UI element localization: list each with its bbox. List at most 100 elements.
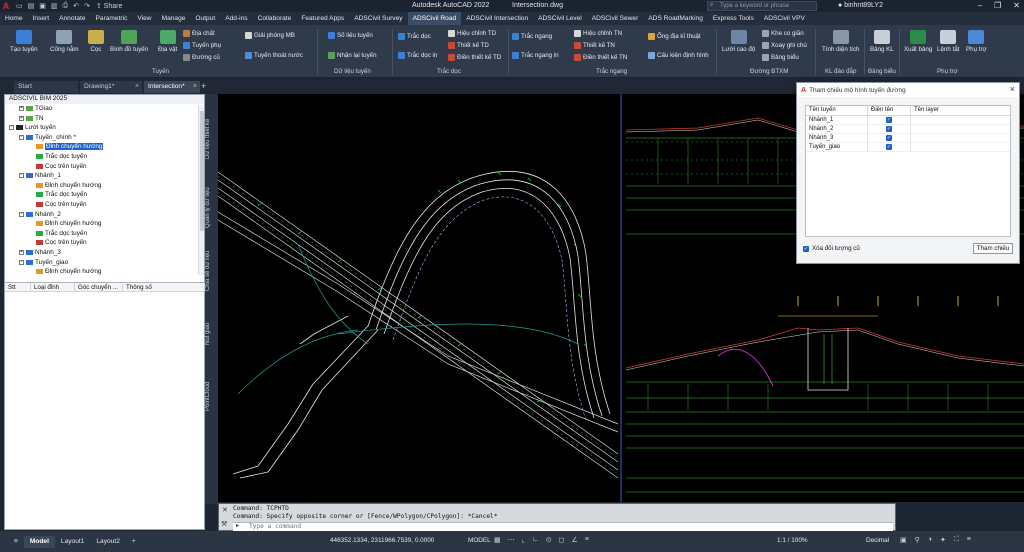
fill-name-checkbox[interactable]: ✓: [886, 135, 892, 141]
col-dien-ten[interactable]: Điền tên: [868, 106, 911, 115]
tab-layout2[interactable]: Layout2: [90, 536, 125, 548]
tham-chieu-button[interactable]: Tham chiếu: [973, 243, 1013, 254]
save-icon[interactable]: ▣: [39, 2, 46, 10]
lenh-tat-button[interactable]: Lệnh tắt: [937, 30, 959, 53]
undo-icon[interactable]: ↶: [73, 2, 79, 10]
tree-item[interactable]: Đỉnh chuyển hướng: [29, 143, 104, 151]
coc-button[interactable]: Cọc: [88, 30, 104, 53]
expand-icon[interactable]: +: [19, 250, 24, 255]
bang-kl-button[interactable]: Bảng KL: [870, 30, 894, 53]
phu-tro-button[interactable]: Phụ trợ: [966, 30, 987, 53]
ribbon-tab[interactable]: Insert: [28, 12, 55, 25]
thiet-ke-td-button[interactable]: Thiết kế TD: [448, 42, 489, 49]
snap-icon[interactable]: ⋯: [508, 536, 515, 544]
close-icon[interactable]: ✕: [1013, 1, 1020, 10]
lock-ui-icon[interactable]: ⚲: [915, 536, 920, 544]
new-icon[interactable]: ▭: [16, 2, 23, 10]
tuyen-phu-button[interactable]: Tuyến phụ: [183, 42, 221, 49]
delete-old-checkbox[interactable]: ✓: [803, 245, 809, 252]
tree-item[interactable]: - Tuyến_giao: [19, 259, 68, 266]
hieu-chinh-td-button[interactable]: Hiệu chỉnh TD: [448, 30, 496, 37]
clean-screen-icon[interactable]: ⛶: [954, 536, 959, 544]
ribbon-tab[interactable]: ADS RoadMarking: [643, 12, 708, 25]
user-account[interactable]: ● binhnt89LY2: [838, 2, 883, 9]
tree-item[interactable]: + Nhánh_3: [19, 249, 61, 256]
so-lieu-tuyen-button[interactable]: Số liệu tuyến: [328, 32, 373, 39]
tab-model[interactable]: Model: [23, 535, 55, 548]
trac-doc-in-button[interactable]: Trắc dọc in: [398, 52, 437, 59]
side-tab-pointcloud[interactable]: PointCloud: [205, 374, 218, 418]
hardware-accel-icon[interactable]: ✦: [940, 536, 946, 544]
add-layout-icon[interactable]: +: [126, 536, 142, 548]
tree-item[interactable]: Cọc trên tuyến: [29, 201, 87, 208]
ribbon-tab[interactable]: View: [132, 12, 156, 25]
close-icon[interactable]: ✕: [222, 506, 228, 514]
xoay-ghi-chu-button[interactable]: Xoay ghi chú: [762, 42, 807, 49]
binh-do-tuyen-button[interactable]: Bình đồ tuyến: [110, 30, 148, 53]
lineweight-icon[interactable]: ≡: [585, 536, 589, 544]
new-tab-icon[interactable]: +: [201, 80, 206, 93]
side-tab-quan-ly-du-lieu[interactable]: Quản lý dữ liệu: [205, 180, 218, 236]
annotation-scale[interactable]: 1:1 / 100%: [777, 537, 808, 544]
table-row[interactable]: Tuyến_giao ✓: [806, 142, 1010, 152]
giai-phong-mb-button[interactable]: Giải phóng MB: [245, 32, 295, 39]
ribbon-tab[interactable]: Parametric: [91, 12, 133, 25]
ribbon-tab[interactable]: ADSCivil VPV: [759, 12, 810, 25]
tree-item[interactable]: - Nhánh_1: [19, 172, 61, 179]
side-tab-chia-se-du-lieu[interactable]: Chia sẻ dữ liệu: [205, 246, 218, 296]
trac-ngang-button[interactable]: Trắc ngang: [512, 33, 552, 40]
ribbon-tab[interactable]: Home: [0, 12, 28, 25]
tree-item[interactable]: - Tuyến_chính *: [19, 134, 76, 141]
ribbon-tab[interactable]: Add-ins: [220, 12, 252, 25]
quick-properties-icon[interactable]: ▣: [900, 536, 907, 544]
scrollbar-thumb[interactable]: [200, 111, 204, 231]
autocad-logo-icon[interactable]: A: [0, 0, 12, 12]
doc-tab-intersection[interactable]: Intersection* ×: [144, 81, 200, 93]
trac-doc-button[interactable]: Trắc dọc: [398, 33, 431, 40]
restore-icon[interactable]: ❐: [994, 1, 1001, 10]
customize-icon[interactable]: ⚒: [221, 520, 227, 528]
minimize-icon[interactable]: –: [978, 1, 982, 10]
model-space-toggle[interactable]: MODEL: [468, 537, 491, 544]
ribbon-tab[interactable]: Express Tools: [708, 12, 759, 25]
trac-ngang-in-button[interactable]: Trắc ngang in: [512, 52, 559, 59]
infer-icon[interactable]: ⌞: [522, 536, 525, 544]
dia-vat-button[interactable]: Địa vật: [158, 30, 177, 53]
ribbon-tab[interactable]: Manage: [157, 12, 191, 25]
tree-item[interactable]: Trắc dọc tuyến: [29, 153, 87, 160]
khe-co-gian-button[interactable]: Khe co giãn: [762, 30, 804, 37]
thiet-ke-tn-button[interactable]: Thiết kế TN: [574, 42, 615, 49]
tree-item[interactable]: + TN: [19, 115, 44, 122]
duong-cu-button[interactable]: Đường cũ: [183, 54, 220, 61]
close-icon[interactable]: ×: [1010, 84, 1015, 94]
layer-name-cell[interactable]: [911, 143, 1010, 152]
expand-icon[interactable]: +: [19, 106, 24, 111]
col-loai-dinh[interactable]: Loại đỉnh: [31, 283, 75, 291]
ribbon-tab[interactable]: Output: [190, 12, 220, 25]
col-ten-tuyen[interactable]: Tên tuyến: [806, 106, 868, 115]
tree-item[interactable]: Đỉnh chuyển hướng: [29, 182, 101, 189]
tree-item[interactable]: + TGiao: [19, 105, 52, 112]
ribbon-tab[interactable]: ADSCivil Road: [407, 12, 462, 25]
isolate-icon[interactable]: ◑: [928, 536, 932, 544]
tree-scrollbar[interactable]: [198, 105, 204, 275]
bang-bieu-small-button[interactable]: Bảng biểu: [762, 54, 799, 61]
tree-item[interactable]: Trắc dọc tuyến: [29, 191, 87, 198]
command-input[interactable]: Type a command: [233, 522, 893, 531]
ribbon-tab[interactable]: ADSCivil Survey: [349, 12, 407, 25]
tree-item[interactable]: Đỉnh chuyển hướng: [29, 220, 101, 227]
col-thong-so[interactable]: Thông số: [123, 283, 205, 291]
units-display[interactable]: Decimal: [866, 537, 889, 544]
ortho-icon[interactable]: ∟: [532, 536, 539, 544]
ribbon-tab[interactable]: ADSCivil Sewer: [587, 12, 644, 25]
col-ten-layer[interactable]: Tên layer: [911, 106, 1010, 115]
fill-name-checkbox[interactable]: ✓: [886, 117, 892, 123]
ribbon-tab[interactable]: Collaborate: [253, 12, 297, 25]
menu-icon[interactable]: ≡: [8, 536, 24, 548]
grid-icon[interactable]: ▦: [494, 536, 501, 544]
search-input[interactable]: Type a keyword or phrase: [707, 1, 817, 11]
close-icon[interactable]: ×: [135, 81, 139, 93]
tree-item[interactable]: - Nhánh_2: [19, 211, 61, 218]
tree-item[interactable]: Đỉnh chuyển hướng: [29, 268, 101, 275]
cong-nam-button[interactable]: Cống nằm: [50, 30, 79, 53]
